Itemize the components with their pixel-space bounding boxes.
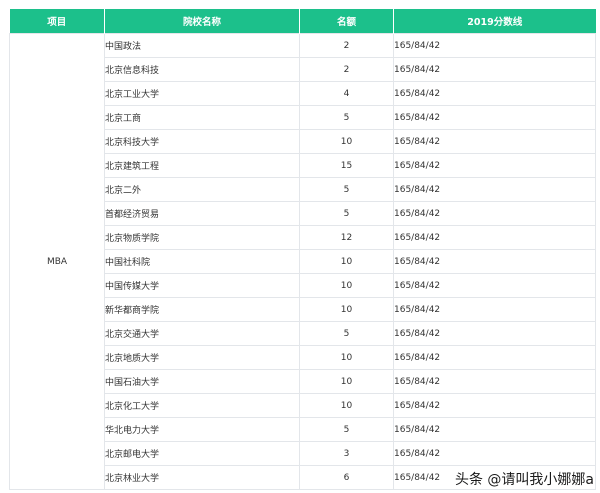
quota-cell: 2 [299, 33, 394, 58]
quota-cell: 10 [299, 345, 394, 370]
score-line-cell: 165/84/42 [393, 273, 596, 298]
watermark: 头条 @请叫我小娜娜a [454, 472, 594, 488]
quota-cell: 3 [299, 441, 394, 466]
score-line-cell: 165/84/42 [393, 345, 596, 370]
score-line-cell: 165/84/42 [393, 321, 596, 346]
header-school: 院校名称 [104, 9, 300, 34]
school-cell: 中国社科院 [104, 249, 300, 274]
score-line-cell: 165/84/42 [393, 369, 596, 394]
score-line-cell: 165/84/42 [393, 441, 596, 466]
quota-cell: 10 [299, 129, 394, 154]
score-line-cell: 165/84/42 [393, 393, 596, 418]
score-line-cell: 165/84/42 [393, 153, 596, 178]
school-cell: 北京林业大学 [104, 465, 300, 490]
quota-cell: 15 [299, 153, 394, 178]
school-cell: 北京二外 [104, 177, 300, 202]
quota-cell: 2 [299, 57, 394, 82]
score-table: 项目 院校名称 名额 2019分数线 MBA 中国政法 2 165/84/42 北京信息… [9, 9, 596, 490]
school-cell: 北京交通大学 [104, 321, 300, 346]
school-cell: 新华都商学院 [104, 297, 300, 322]
quota-cell: 5 [299, 321, 394, 346]
score-line-cell: 165/84/42 [393, 129, 596, 154]
score-line-cell: 165/84/42 [393, 105, 596, 130]
quota-cell: 10 [299, 393, 394, 418]
quota-cell: 10 [299, 249, 394, 274]
score-line-cell: 165/84/42 [393, 225, 596, 250]
quota-cell: 10 [299, 273, 394, 298]
school-cell: 北京邮电大学 [104, 441, 300, 466]
quota-cell: 12 [299, 225, 394, 250]
school-cell: 北京工商 [104, 105, 300, 130]
school-cell: 北京信息科技 [104, 57, 300, 82]
score-line-cell: 165/84/42 [393, 249, 596, 274]
school-cell: 北京建筑工程 [104, 153, 300, 178]
school-cell: 中国传媒大学 [104, 273, 300, 298]
school-cell: 北京科技大学 [104, 129, 300, 154]
score-line-cell: 165/84/42 [393, 417, 596, 442]
school-cell: 北京物质学院 [104, 225, 300, 250]
header-score-line: 2019分数线 [393, 9, 596, 34]
category-cell: MBA [9, 33, 105, 490]
header-quota: 名额 [299, 9, 394, 34]
quota-cell: 4 [299, 81, 394, 106]
quota-cell: 10 [299, 369, 394, 394]
school-cell: 中国政法 [104, 33, 300, 58]
quota-cell: 6 [299, 465, 394, 490]
table-row: MBA 中国政法 2 165/84/42 [9, 33, 596, 490]
header-category: 项目 [9, 9, 105, 34]
school-cell: 华北电力大学 [104, 417, 300, 442]
school-cell: 首都经济贸易 [104, 201, 300, 226]
school-cell: 中国石油大学 [104, 369, 300, 394]
table-body: MBA 中国政法 2 165/84/42 北京信息科技 2 165/84/42 北京工业大学 4… [9, 33, 596, 490]
quota-cell: 5 [299, 417, 394, 442]
school-cell: 北京地质大学 [104, 345, 300, 370]
quota-cell: 10 [299, 297, 394, 322]
quota-cell: 5 [299, 105, 394, 130]
school-cell: 北京化工大学 [104, 393, 300, 418]
quota-cell: 5 [299, 201, 394, 226]
score-line-cell: 165/84/42 [393, 201, 596, 226]
quota-cell: 5 [299, 177, 394, 202]
school-cell: 北京工业大学 [104, 81, 300, 106]
score-line-cell: 165/84/42 [393, 177, 596, 202]
score-line-cell: 165/84/42 [393, 81, 596, 106]
score-line-cell: 165/84/42 [393, 33, 596, 58]
score-line-cell: 165/84/42 [393, 57, 596, 82]
header-row: 项目 院校名称 名额 2019分数线 [9, 9, 596, 34]
score-line-cell: 165/84/42 [393, 297, 596, 322]
